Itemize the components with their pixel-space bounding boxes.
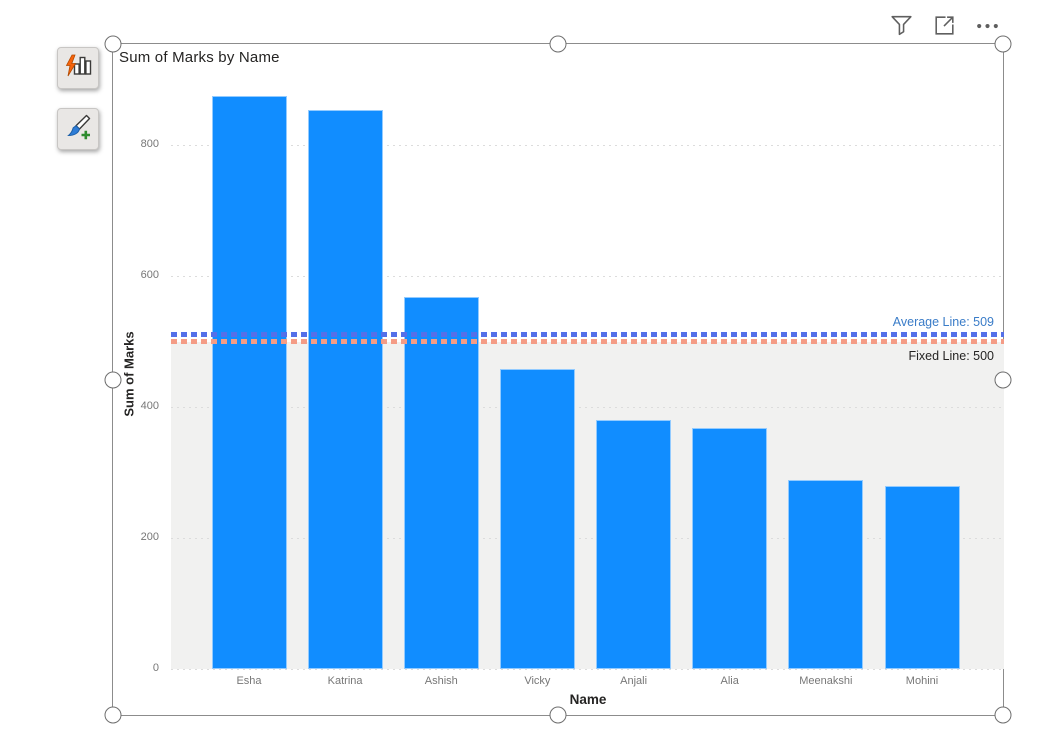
x-tick-label-mohini: Mohini: [874, 675, 971, 687]
bar-ashish[interactable]: [404, 297, 479, 669]
y-tick-label-400: 400: [117, 400, 159, 412]
gridline-y-800: [171, 145, 1004, 146]
x-axis-title: Name: [570, 692, 607, 707]
fixed-line-label: Fixed Line: 500: [909, 349, 994, 363]
visual-title: Sum of Marks by Name: [119, 49, 280, 66]
x-tick-label-katrina: Katrina: [297, 675, 394, 687]
resize-handle-middle-right[interactable]: [995, 371, 1012, 388]
focus-mode-icon[interactable]: [931, 12, 958, 39]
bar-esha[interactable]: [212, 96, 287, 669]
resize-handle-middle-left[interactable]: [105, 371, 122, 388]
fixed-reference-line: [171, 339, 1004, 344]
resize-handle-bottom-left[interactable]: [105, 707, 122, 724]
x-tick-label-ashish: Ashish: [393, 675, 490, 687]
bar-alia[interactable]: [692, 428, 767, 669]
bar-meenakshi[interactable]: [788, 480, 863, 669]
bar-katrina[interactable]: [308, 110, 383, 669]
average-line-label: Average Line: 509: [893, 315, 994, 329]
x-tick-label-alia: Alia: [681, 675, 778, 687]
gridline-y-200: [171, 538, 1004, 539]
y-tick-label-0: 0: [117, 662, 159, 674]
x-tick-label-esha: Esha: [201, 675, 298, 687]
filter-funnel-icon[interactable]: [888, 12, 915, 39]
bar-vicky[interactable]: [500, 369, 575, 669]
resize-handle-top-left[interactable]: [105, 36, 122, 53]
bar-anjali[interactable]: [596, 420, 671, 669]
resize-handle-top-middle[interactable]: [550, 36, 567, 53]
y-tick-label-200: 200: [117, 531, 159, 543]
average-reference-line: [171, 332, 1004, 337]
bar-chart-lightning-icon: [64, 52, 92, 85]
format-visual-button[interactable]: [57, 108, 99, 150]
gridline-y-400: [171, 407, 1004, 408]
gridline-y-0: [171, 669, 1004, 670]
gridline-y-600: [171, 276, 1004, 277]
x-tick-label-anjali: Anjali: [585, 675, 682, 687]
resize-handle-top-right[interactable]: [995, 36, 1012, 53]
y-tick-label-600: 600: [117, 269, 159, 281]
resize-handle-bottom-right[interactable]: [995, 707, 1012, 724]
bar-mohini[interactable]: [885, 486, 960, 669]
visual-header-toolbar: [888, 12, 1001, 39]
resize-handle-bottom-middle[interactable]: [550, 707, 567, 724]
more-options-icon[interactable]: [974, 12, 1001, 39]
analyze-visual-button[interactable]: [57, 47, 99, 89]
x-tick-label-meenakshi: Meenakshi: [777, 675, 874, 687]
visual-container[interactable]: Sum of Marks by Name Sum of Marks Name A…: [112, 43, 1004, 716]
fixed-line-shade-area: [171, 342, 1004, 669]
x-tick-label-vicky: Vicky: [489, 675, 586, 687]
y-tick-label-800: 800: [117, 138, 159, 150]
paintbrush-plus-icon: [64, 113, 92, 146]
